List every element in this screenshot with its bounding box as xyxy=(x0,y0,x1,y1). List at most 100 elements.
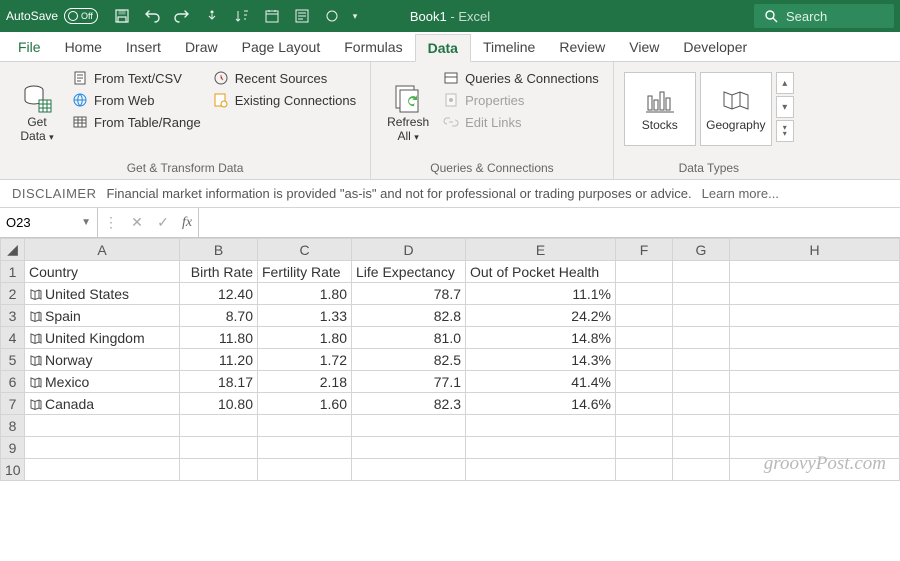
name-box[interactable]: ▼ xyxy=(0,208,98,237)
col-header-g[interactable]: G xyxy=(673,239,730,261)
from-text-csv-button[interactable]: From Text/CSV xyxy=(68,68,205,88)
row-header[interactable]: 3 xyxy=(1,305,25,327)
get-data-button[interactable]: GetData ▾ xyxy=(10,66,64,159)
fx-label[interactable]: fx xyxy=(176,215,198,231)
cell[interactable] xyxy=(730,327,900,349)
cell[interactable] xyxy=(616,305,673,327)
cell[interactable] xyxy=(258,437,352,459)
stocks-card[interactable]: Stocks xyxy=(624,72,696,146)
cell[interactable]: 82.5 xyxy=(352,349,466,371)
grid-table[interactable]: ◢ A B C D E F G H 1CountryBirth RateFert… xyxy=(0,238,900,481)
datatype-down-button[interactable]: ▾ xyxy=(776,96,794,118)
cell[interactable]: 1.80 xyxy=(258,327,352,349)
cell[interactable]: 12.40 xyxy=(180,283,258,305)
cell[interactable] xyxy=(466,437,616,459)
col-header-h[interactable]: H xyxy=(730,239,900,261)
tab-page-layout[interactable]: Page Layout xyxy=(230,33,333,61)
edit-links-button[interactable]: Edit Links xyxy=(439,112,603,132)
autosave-toggle[interactable]: AutoSave Off xyxy=(6,8,98,24)
tab-developer[interactable]: Developer xyxy=(671,33,759,61)
cell[interactable] xyxy=(673,393,730,415)
cell[interactable] xyxy=(616,283,673,305)
cell[interactable]: United Kingdom xyxy=(25,327,180,349)
tab-file[interactable]: File xyxy=(6,33,53,61)
cell[interactable]: 1.60 xyxy=(258,393,352,415)
cell[interactable]: 11.80 xyxy=(180,327,258,349)
cell[interactable] xyxy=(673,349,730,371)
cell[interactable]: 1.33 xyxy=(258,305,352,327)
tab-timeline[interactable]: Timeline xyxy=(471,33,547,61)
cell[interactable]: 14.3% xyxy=(466,349,616,371)
tab-review[interactable]: Review xyxy=(547,33,617,61)
sort-icon[interactable] xyxy=(228,4,256,28)
search-box[interactable] xyxy=(754,4,894,28)
cell[interactable] xyxy=(616,327,673,349)
cell[interactable]: 41.4% xyxy=(466,371,616,393)
col-header-c[interactable]: C xyxy=(258,239,352,261)
cell[interactable] xyxy=(25,459,180,481)
cell[interactable] xyxy=(730,371,900,393)
row-header[interactable]: 6 xyxy=(1,371,25,393)
touch-mode-icon[interactable] xyxy=(198,4,226,28)
tab-draw[interactable]: Draw xyxy=(173,33,230,61)
cell[interactable]: 82.8 xyxy=(352,305,466,327)
cell[interactable] xyxy=(673,415,730,437)
cell[interactable] xyxy=(673,261,730,283)
cell[interactable] xyxy=(352,437,466,459)
existing-connections-button[interactable]: Existing Connections xyxy=(209,90,360,110)
cell[interactable]: Spain xyxy=(25,305,180,327)
cell[interactable] xyxy=(730,283,900,305)
calendar-icon[interactable] xyxy=(258,4,286,28)
geography-card[interactable]: Geography xyxy=(700,72,772,146)
cell[interactable]: 24.2% xyxy=(466,305,616,327)
tab-formulas[interactable]: Formulas xyxy=(332,33,414,61)
cell[interactable] xyxy=(352,415,466,437)
formula-options-icon[interactable]: ⋮ xyxy=(98,214,124,231)
cell[interactable] xyxy=(673,437,730,459)
cell[interactable] xyxy=(730,437,900,459)
refresh-all-button[interactable]: RefreshAll ▾ xyxy=(381,66,435,159)
cell[interactable]: 10.80 xyxy=(180,393,258,415)
cell[interactable] xyxy=(25,437,180,459)
name-box-input[interactable] xyxy=(6,215,66,230)
cell[interactable] xyxy=(616,349,673,371)
cell[interactable]: 82.3 xyxy=(352,393,466,415)
toggle-switch[interactable]: Off xyxy=(64,8,98,24)
cell[interactable] xyxy=(180,437,258,459)
tab-view[interactable]: View xyxy=(617,33,671,61)
undo-icon[interactable] xyxy=(138,4,166,28)
cell[interactable] xyxy=(673,283,730,305)
cell[interactable]: Out of Pocket Health xyxy=(466,261,616,283)
cell[interactable] xyxy=(730,459,900,481)
cell[interactable] xyxy=(25,415,180,437)
cell[interactable] xyxy=(616,261,673,283)
cell[interactable] xyxy=(352,459,466,481)
cell[interactable] xyxy=(673,371,730,393)
datatype-up-button[interactable]: ▴ xyxy=(776,72,794,94)
from-web-button[interactable]: From Web xyxy=(68,90,205,110)
col-header-f[interactable]: F xyxy=(616,239,673,261)
queries-connections-button[interactable]: Queries & Connections xyxy=(439,68,603,88)
row-header[interactable]: 10 xyxy=(1,459,25,481)
cell[interactable] xyxy=(730,349,900,371)
col-header-d[interactable]: D xyxy=(352,239,466,261)
cell[interactable]: 78.7 xyxy=(352,283,466,305)
col-header-b[interactable]: B xyxy=(180,239,258,261)
cell[interactable]: United States xyxy=(25,283,180,305)
cell[interactable] xyxy=(258,459,352,481)
learn-more-link[interactable]: Learn more... xyxy=(702,186,779,201)
col-header-e[interactable]: E xyxy=(466,239,616,261)
cell[interactable] xyxy=(466,415,616,437)
cell[interactable] xyxy=(180,459,258,481)
row-header[interactable]: 2 xyxy=(1,283,25,305)
cell[interactable] xyxy=(730,305,900,327)
form-icon[interactable] xyxy=(288,4,316,28)
cell[interactable] xyxy=(673,327,730,349)
qat-dropdown-icon[interactable]: ▾ xyxy=(348,4,362,28)
cancel-formula-icon[interactable]: ✕ xyxy=(124,214,150,231)
cell[interactable] xyxy=(730,261,900,283)
row-header[interactable]: 8 xyxy=(1,415,25,437)
cell[interactable]: Life Expectancy xyxy=(352,261,466,283)
cell[interactable] xyxy=(258,415,352,437)
cell[interactable] xyxy=(673,459,730,481)
